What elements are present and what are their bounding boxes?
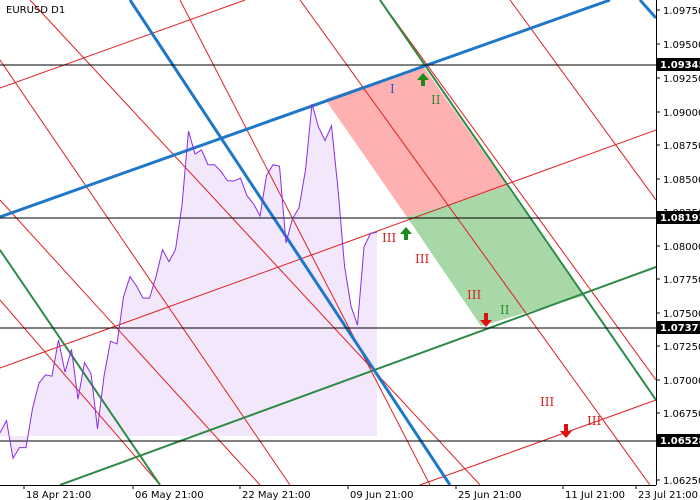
time-tick-label: 23 Jul 21:00: [638, 490, 698, 500]
time-tick: 09 Jun 21:00: [347, 485, 414, 500]
price-tick-label: 1.09000: [663, 108, 700, 119]
price-tick-label: 1.07750: [663, 275, 700, 286]
price-tick-label: 1.06250: [663, 476, 700, 487]
time-axis[interactable]: 18 Apr 21:00 06 May 21:00 22 May 21:00 0…: [23, 485, 698, 500]
chart-title: EURUSD D1: [6, 5, 65, 16]
price-tick-label: 1.09750: [663, 6, 700, 17]
roman-label: III: [540, 395, 554, 409]
price-tick-label: 1.07250: [663, 342, 700, 353]
roman-label: III: [467, 288, 481, 302]
price-tick-label: 1.09500: [663, 40, 700, 51]
price-tick: 1.09250: [656, 74, 700, 85]
time-tick-label: 09 Jun 21:00: [350, 490, 414, 500]
level-tag-label: 1.06528: [660, 436, 700, 447]
price-tick: 1.06750: [656, 409, 700, 420]
time-tick: 22 May 21:00: [239, 485, 311, 500]
roman-label: I: [390, 82, 395, 96]
time-tick: 11 Jul 21:00: [562, 485, 625, 500]
time-tick: 23 Jul 21:00: [635, 485, 698, 500]
roman-label: III: [382, 231, 396, 245]
roman-label: II: [431, 93, 441, 107]
price-tick: 1.09750: [656, 6, 700, 17]
price-tick: 1.08000: [656, 242, 700, 253]
level-tag-label: 1.07371: [660, 323, 700, 334]
arrow-up-icon: [400, 227, 412, 240]
price-tick: 1.09500: [656, 40, 700, 51]
time-tick: 06 May 21:00: [132, 485, 204, 500]
price-tick: 1.07750: [656, 275, 700, 286]
level-tag: 1.09345: [657, 58, 700, 71]
price-tick: 1.07500: [656, 309, 700, 320]
level-tag: 1.06528: [657, 434, 700, 447]
roman-label: II: [500, 303, 510, 317]
time-tick: 18 Apr 21:00: [23, 485, 91, 500]
level-tag-label: 1.08193: [660, 213, 700, 224]
arrow-down-icon: [560, 424, 572, 438]
time-tick-label: 25 Jun 21:00: [458, 490, 522, 500]
price-tick-label: 1.08500: [663, 175, 700, 186]
blue-trend-line: [638, 0, 656, 19]
price-axis[interactable]: 1.09750 1.09500 1.09250 1.09000 1.08750 …: [656, 6, 700, 487]
price-tick-label: 1.07500: [663, 309, 700, 320]
red-line: [419, 399, 656, 485]
arrow-down-icon: [480, 313, 572, 438]
price-tick-label: 1.07000: [663, 376, 700, 387]
time-tick-label: 18 Apr 21:00: [26, 490, 91, 500]
time-tick-label: 11 Jul 21:00: [565, 490, 625, 500]
red-line: [509, 0, 656, 201]
level-tag: 1.07371: [657, 321, 700, 334]
level-tag-label: 1.09345: [660, 60, 700, 71]
price-tick-label: 1.08750: [663, 141, 700, 152]
level-tag: 1.08193: [657, 211, 700, 224]
price-tick-label: 1.09250: [663, 74, 700, 85]
chart-canvas[interactable]: I II III III III II III III EURUSD D1 1.…: [0, 0, 700, 500]
price-tick: 1.08500: [656, 175, 700, 186]
price-tick: 1.08750: [656, 141, 700, 152]
price-tick: 1.07250: [656, 342, 700, 353]
price-tick-label: 1.06750: [663, 409, 700, 420]
price-tick: 1.07000: [656, 376, 700, 387]
price-tick: 1.06250: [656, 476, 700, 487]
price-tick-label: 1.08000: [663, 242, 700, 253]
time-tick-label: 06 May 21:00: [135, 490, 204, 500]
time-tick: 25 Jun 21:00: [455, 485, 522, 500]
roman-label: III: [415, 252, 429, 266]
time-tick-label: 22 May 21:00: [242, 490, 311, 500]
price-area-fill: [0, 104, 377, 459]
roman-label: III: [587, 414, 601, 428]
price-tick: 1.09000: [656, 108, 700, 119]
plot-area[interactable]: I II III III III II III III: [0, 0, 656, 485]
